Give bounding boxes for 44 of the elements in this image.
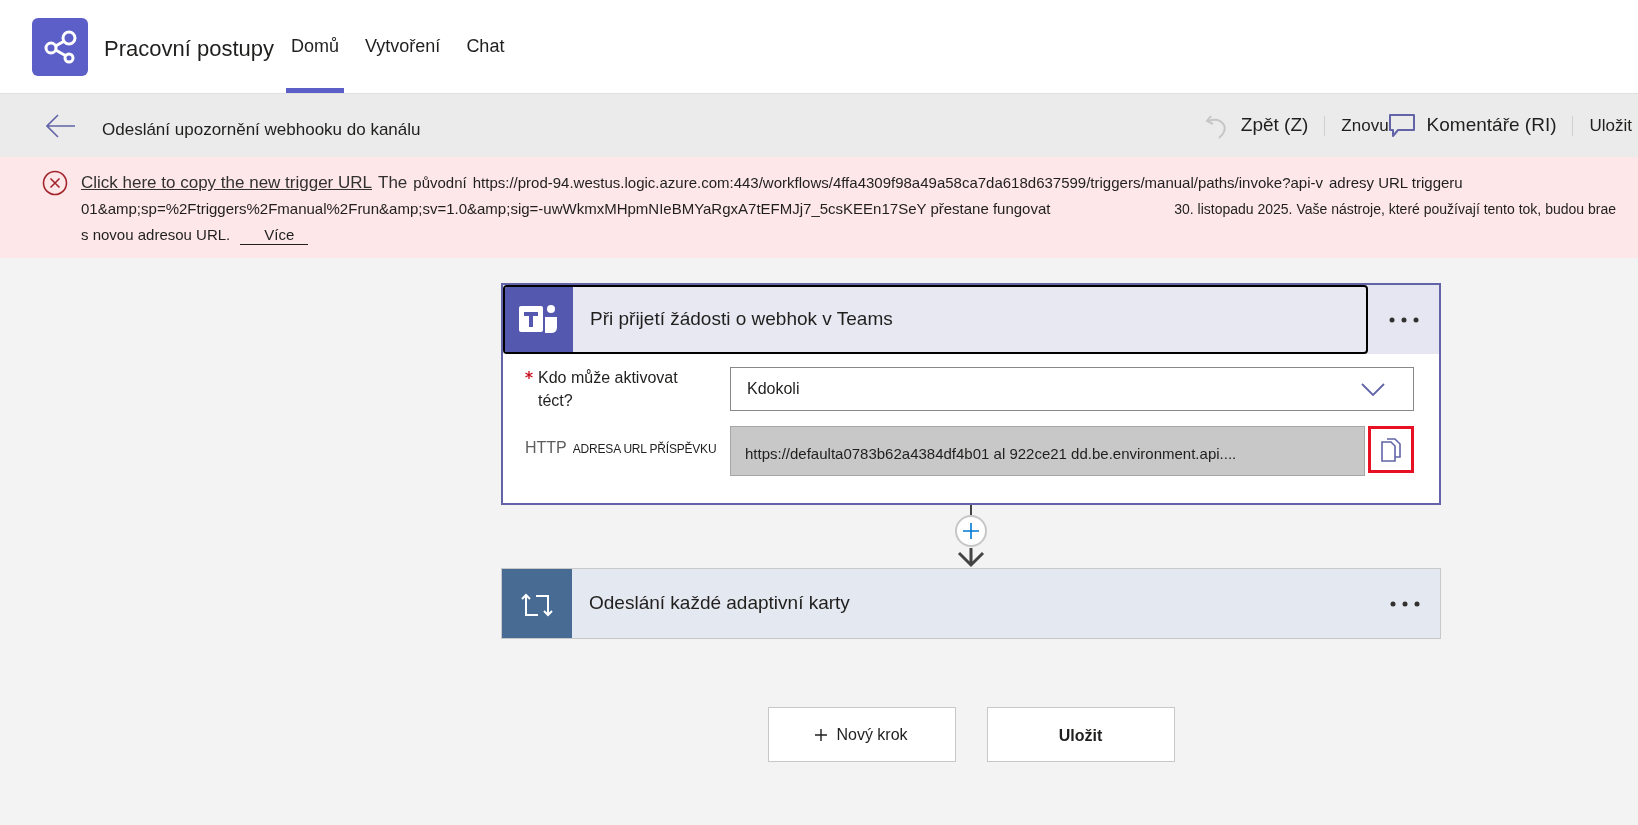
comment-icon (1388, 113, 1415, 138)
banner-text: https://prod-94.westus.logic.azure.com:443/workflows/4ffa4309f98a49a58ca7da618d637599/triggers/manual/paths/invoke?api-v (472, 172, 1323, 193)
copy-url-link[interactable]: Click here to copy the new trigger URL (81, 170, 373, 196)
app-title: Pracovní postupy (104, 35, 274, 63)
step-title: Při přijetí žádosti o webhok v Teams (590, 307, 893, 332)
banner-text: 30. listopadu 2025. Vaše nástroje, které používají tento tok, budou brae (1174, 199, 1616, 219)
save-button[interactable]: Uložit (1589, 112, 1632, 139)
share-nodes-icon (32, 17, 88, 76)
flow-title: Odeslání upozornění webhooku do kanálu (102, 118, 421, 141)
more-link[interactable]: Více (240, 225, 309, 245)
step-card[interactable]: Odeslání každé adaptivní karty (501, 568, 1441, 639)
undo-button[interactable]: Zpět (Z) (1204, 111, 1309, 140)
plus-icon (963, 523, 979, 539)
banner-text: s novou adresou URL. (81, 224, 231, 245)
chevron-down-icon (1361, 382, 1385, 396)
loop-arrows-icon (502, 569, 572, 638)
copy-button[interactable] (1368, 426, 1414, 473)
banner-text: původní (413, 172, 467, 193)
field-sublabel: ADRESA URL PŘÍSPĚVKU (572, 440, 717, 458)
copy-icon (1381, 437, 1401, 462)
team-app-icon (505, 287, 573, 352)
comments-button[interactable]: Komentáře (RI) (1388, 111, 1557, 140)
url-field[interactable]: https://defaulta0783b62a4384df4b01 al 922ce21 dd.be.environment.api.... (730, 426, 1365, 476)
dropdown-field[interactable]: Kdokoli (730, 367, 1414, 411)
back-arrow-icon (46, 113, 76, 138)
field-label: HTTP (525, 438, 567, 458)
step-header[interactable]: Při přijetí žádosti o webhok v Teams (503, 285, 1368, 354)
nav-tab[interactable]: Vytvoření (360, 0, 446, 93)
back-button[interactable] (46, 112, 76, 139)
add-step-button[interactable] (955, 515, 987, 547)
new-step-button[interactable]: Nový krok (767, 707, 956, 762)
banner-text: 01&amp;sp=%2Ftriggers%2Fmanual%2Frun&amp;sv=1.0&amp;sig=-uwWkmxMHpmNIeBMYaRgxA7tEFMJj7_5csKEEn17SeY přestane fungovat (81, 198, 1051, 219)
field-label: Kdo může aktivovat téct? (538, 368, 679, 411)
more-icon (1388, 316, 1419, 323)
step-title: Odeslání každé adaptivní karty (589, 591, 850, 616)
save-flow-button[interactable]: Uložit (986, 707, 1175, 762)
banner-text: adresy URL triggeru (1329, 172, 1463, 193)
banner-text: The (378, 172, 408, 195)
nav-tab[interactable]: Chat (461, 0, 510, 93)
error-icon (42, 170, 68, 196)
more-icon (1389, 600, 1420, 607)
redo-button[interactable]: Znovu (1341, 112, 1389, 139)
plus-icon (815, 728, 828, 741)
down-arrow-icon (957, 548, 985, 568)
